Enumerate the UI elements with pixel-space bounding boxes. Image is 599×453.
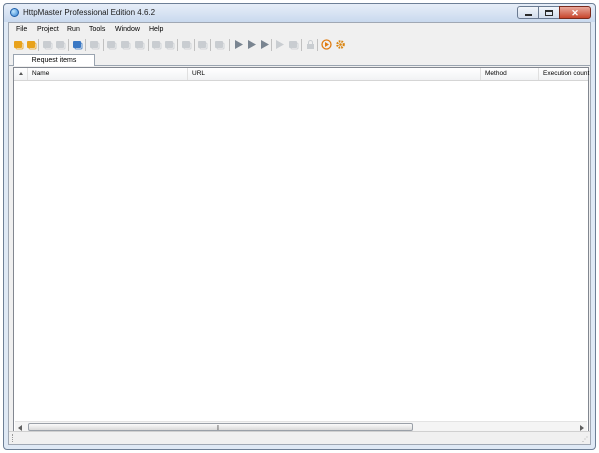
new-project-icon[interactable]	[13, 39, 24, 50]
toolbar-separator	[38, 39, 39, 51]
menu-window[interactable]: Window	[115, 26, 140, 33]
run-group-icon[interactable]	[274, 39, 285, 50]
menu-help[interactable]: Help	[149, 26, 163, 33]
toolbar-separator	[85, 39, 86, 51]
toolbar-separator	[271, 39, 272, 51]
application-window: HttpMaster Professional Edition 4.6.2 ✕ …	[3, 3, 596, 450]
run-all-icon[interactable]	[246, 39, 257, 50]
menu-tools[interactable]: Tools	[89, 26, 105, 33]
toolbar-separator	[317, 39, 318, 51]
add-request-icon[interactable]	[72, 39, 83, 50]
link-icon[interactable]	[214, 39, 225, 50]
menu-bar: File Project Run Tools Window Help	[9, 23, 590, 36]
menu-project[interactable]: Project	[37, 26, 59, 33]
title-bar[interactable]: HttpMaster Professional Edition 4.6.2 ✕	[4, 4, 595, 22]
stop-icon[interactable]	[288, 39, 299, 50]
step-icon[interactable]	[197, 39, 208, 50]
column-method[interactable]: Method	[481, 68, 539, 80]
save-as-icon[interactable]	[55, 39, 66, 50]
open-project-icon[interactable]	[26, 39, 37, 50]
edit-icon[interactable]	[181, 39, 192, 50]
minimize-button[interactable]	[517, 6, 539, 19]
maximize-button[interactable]	[538, 6, 560, 19]
scroll-thumb[interactable]: |||	[28, 423, 413, 431]
status-pane	[12, 434, 14, 442]
resize-grip[interactable]: ⋰	[582, 436, 588, 443]
list-header: Name URL Method Execution count	[14, 68, 590, 81]
run-selected-icon[interactable]	[259, 39, 270, 50]
window-title: HttpMaster Professional Edition 4.6.2	[23, 8, 156, 17]
execute-icon[interactable]	[321, 39, 332, 50]
menu-run[interactable]: Run	[67, 26, 80, 33]
close-button[interactable]: ✕	[559, 6, 591, 19]
caption-buttons: ✕	[517, 6, 591, 20]
toolbar	[9, 37, 590, 53]
request-items-list[interactable]: Name URL Method Execution count |||	[13, 67, 589, 435]
column-execution-count[interactable]: Execution count	[539, 68, 590, 80]
client-area: File Project Run Tools Window Help Reque…	[8, 22, 591, 445]
column-sort[interactable]	[14, 68, 28, 80]
tab-strip: Request items	[9, 54, 590, 66]
toolbar-separator	[68, 39, 69, 51]
toolbar-separator	[210, 39, 211, 51]
toolbar-separator	[148, 39, 149, 51]
import-icon[interactable]	[106, 39, 117, 50]
export-icon[interactable]	[120, 39, 131, 50]
lock-icon[interactable]	[305, 39, 316, 50]
maximize-icon	[545, 10, 553, 16]
app-icon	[10, 8, 19, 17]
settings-icon[interactable]	[335, 39, 346, 50]
toolbar-separator	[103, 39, 104, 51]
close-icon: ✕	[571, 8, 579, 18]
clone-icon[interactable]	[164, 39, 175, 50]
toolbar-separator	[229, 39, 230, 51]
run-icon[interactable]	[233, 39, 244, 50]
minimize-icon	[525, 14, 532, 16]
copy-icon[interactable]	[134, 39, 145, 50]
save-project-icon[interactable]	[42, 39, 53, 50]
status-bar: ⋰	[9, 431, 590, 444]
sort-ascending-icon	[19, 72, 23, 75]
menu-file[interactable]: File	[16, 26, 27, 33]
remove-request-icon[interactable]	[89, 39, 100, 50]
toolbar-separator	[194, 39, 195, 51]
column-url[interactable]: URL	[188, 68, 481, 80]
column-name[interactable]: Name	[28, 68, 188, 80]
toolbar-separator	[177, 39, 178, 51]
tab-request-items[interactable]: Request items	[13, 54, 95, 66]
toolbar-separator	[301, 39, 302, 51]
paste-icon[interactable]	[151, 39, 162, 50]
